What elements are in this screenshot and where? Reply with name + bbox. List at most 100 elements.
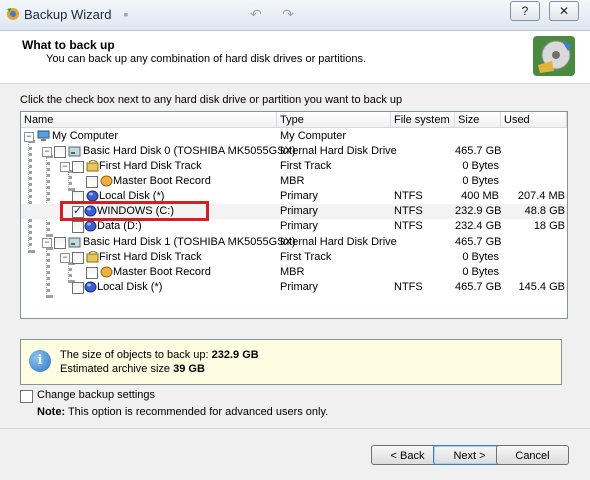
row-name: Basic Hard Disk 0 (TOSHIBA MK5055GSX) bbox=[83, 145, 296, 157]
mbr-1-checkbox[interactable] bbox=[86, 267, 98, 279]
row-size: 465.7 GB bbox=[455, 145, 502, 157]
first-track-1-checkbox[interactable] bbox=[72, 252, 84, 264]
partition-icon bbox=[84, 281, 97, 293]
note-label: Note: bbox=[37, 406, 66, 418]
change-backup-settings-checkbox[interactable] bbox=[20, 390, 33, 403]
tree-row-my-computer[interactable]: − My Computer My Computer bbox=[21, 129, 567, 144]
row-name: First Hard Disk Track bbox=[99, 251, 202, 263]
row-type: MBR bbox=[280, 266, 305, 278]
row-name: Master Boot Record bbox=[113, 175, 211, 187]
row-file-system: NTFS bbox=[394, 281, 423, 293]
collapse-icon[interactable]: − bbox=[60, 162, 70, 172]
footer-divider bbox=[0, 428, 590, 429]
wizard-header: What to back up You can back up any comb… bbox=[0, 31, 590, 84]
row-type: First Track bbox=[280, 251, 332, 263]
tree-row-mbr-0[interactable]: Master Boot Record MBR 0 Bytes bbox=[21, 174, 567, 189]
row-name: First Hard Disk Track bbox=[99, 160, 202, 172]
row-used: 145.4 GB bbox=[518, 281, 565, 293]
row-name: Local Disk (*) bbox=[97, 281, 163, 293]
computer-icon bbox=[37, 130, 50, 141]
hard-disk-1-checkbox[interactable] bbox=[54, 237, 66, 249]
column-header-used[interactable]: Used bbox=[501, 112, 567, 128]
change-backup-settings-label[interactable]: Change backup settings bbox=[37, 389, 155, 401]
row-size: 0 Bytes bbox=[462, 160, 499, 172]
column-header-name[interactable]: Name bbox=[21, 112, 277, 128]
row-size: 0 Bytes bbox=[462, 266, 499, 278]
note-text: This option is recommended for advanced … bbox=[65, 406, 329, 418]
row-name: Master Boot Record bbox=[113, 266, 211, 278]
row-type: Internal Hard Disk Drive bbox=[280, 236, 397, 248]
partition-icon bbox=[84, 220, 97, 232]
advanced-note: Note: This option is recommended for adv… bbox=[37, 406, 328, 418]
hard-disk-0-checkbox[interactable] bbox=[54, 146, 66, 158]
mbr-0-checkbox[interactable] bbox=[86, 176, 98, 188]
hard-disk-icon bbox=[68, 237, 81, 248]
first-track-0-checkbox[interactable] bbox=[72, 161, 84, 173]
row-file-system: NTFS bbox=[394, 190, 423, 202]
info-panel: i The size of objects to back up: 232.9 … bbox=[20, 339, 562, 385]
row-type: Primary bbox=[280, 205, 318, 217]
column-header-size[interactable]: Size bbox=[455, 112, 501, 128]
close-button[interactable]: ✕ bbox=[549, 1, 579, 21]
hard-disk-icon bbox=[68, 146, 81, 157]
tree-row-mbr-1[interactable]: Master Boot Record MBR 0 Bytes bbox=[21, 265, 567, 280]
tree-row-hard-disk-1[interactable]: − Basic Hard Disk 1 (TOSHIBA MK5055GSX) … bbox=[21, 235, 567, 250]
tree-row-first-track-1[interactable]: − First Hard Disk Track First Track 0 By… bbox=[21, 250, 567, 265]
collapse-icon[interactable]: − bbox=[24, 132, 34, 142]
title-bar: Backup Wizard ▪ ↶ ↷ ? ✕ bbox=[0, 0, 590, 31]
row-type: Primary bbox=[280, 281, 318, 293]
highlight-annotation-box bbox=[60, 201, 209, 221]
row-type: First Track bbox=[280, 160, 332, 172]
row-type: Internal Hard Disk Drive bbox=[280, 145, 397, 157]
help-button[interactable]: ? bbox=[510, 1, 540, 21]
row-name: My Computer bbox=[52, 130, 119, 142]
collapse-icon[interactable]: − bbox=[60, 253, 70, 263]
row-file-system: NTFS bbox=[394, 220, 423, 232]
window-title: Backup Wizard bbox=[24, 7, 112, 22]
data-d-checkbox[interactable] bbox=[72, 221, 84, 233]
page-title: What to back up bbox=[22, 38, 115, 52]
tree-row-first-track-0[interactable]: − First Hard Disk Track First Track 0 By… bbox=[21, 159, 567, 174]
row-size: 0 Bytes bbox=[462, 175, 499, 187]
backup-app-icon bbox=[7, 8, 19, 20]
tree-row-data-d[interactable]: Data (D:) Primary NTFS 232.4 GB 18 GB bbox=[21, 219, 567, 234]
row-type: My Computer bbox=[280, 130, 347, 142]
row-name: Data (D:) bbox=[97, 220, 142, 232]
row-size: 0 Bytes bbox=[462, 251, 499, 263]
row-size: 232.4 GB bbox=[455, 220, 502, 232]
redo-icon[interactable]: ↷ bbox=[280, 6, 296, 22]
row-size: 465.7 GB bbox=[455, 236, 502, 248]
backup-size-text: The size of objects to back up: 232.9 GB bbox=[60, 349, 259, 361]
undo-icon[interactable]: ↶ bbox=[248, 6, 264, 22]
track-icon bbox=[86, 251, 99, 263]
save-icon[interactable]: ▪ bbox=[118, 6, 134, 22]
archive-size-text: Estimated archive size 39 GB bbox=[60, 363, 205, 375]
row-size: 400 MB bbox=[461, 190, 499, 202]
cancel-button[interactable]: Cancel bbox=[496, 445, 569, 465]
mbr-icon bbox=[100, 175, 113, 187]
column-header-type[interactable]: Type bbox=[277, 112, 391, 128]
instruction-text: Click the check box next to any hard dis… bbox=[20, 94, 403, 106]
tree-row-local-disk-1[interactable]: Local Disk (*) Primary NTFS 465.7 GB 145… bbox=[21, 280, 567, 295]
mbr-icon bbox=[100, 266, 113, 278]
collapse-icon[interactable]: − bbox=[42, 147, 52, 157]
local-disk-1-checkbox[interactable] bbox=[72, 282, 84, 294]
archive-size-value: 39 GB bbox=[173, 363, 205, 375]
row-name: Basic Hard Disk 1 (TOSHIBA MK5055GSX) bbox=[83, 236, 296, 248]
row-type: Primary bbox=[280, 220, 318, 232]
collapse-icon[interactable]: − bbox=[42, 238, 52, 248]
row-used: 48.8 GB bbox=[524, 205, 565, 217]
backup-wizard-icon bbox=[533, 36, 575, 76]
info-icon: i bbox=[29, 350, 51, 372]
row-used: 207.4 MB bbox=[517, 190, 565, 202]
page-subtitle: You can back up any combination of hard … bbox=[46, 53, 366, 65]
row-type: MBR bbox=[280, 175, 305, 187]
column-header-file-system[interactable]: File system bbox=[391, 112, 455, 128]
track-icon bbox=[86, 160, 99, 172]
backup-size-label: The size of objects to back up: bbox=[60, 349, 212, 361]
row-size: 232.9 GB bbox=[455, 205, 502, 217]
row-used: 18 GB bbox=[533, 220, 565, 232]
tree-row-hard-disk-0[interactable]: − Basic Hard Disk 0 (TOSHIBA MK5055GSX) … bbox=[21, 144, 567, 159]
row-size: 465.7 GB bbox=[455, 281, 502, 293]
row-file-system: NTFS bbox=[394, 205, 423, 217]
